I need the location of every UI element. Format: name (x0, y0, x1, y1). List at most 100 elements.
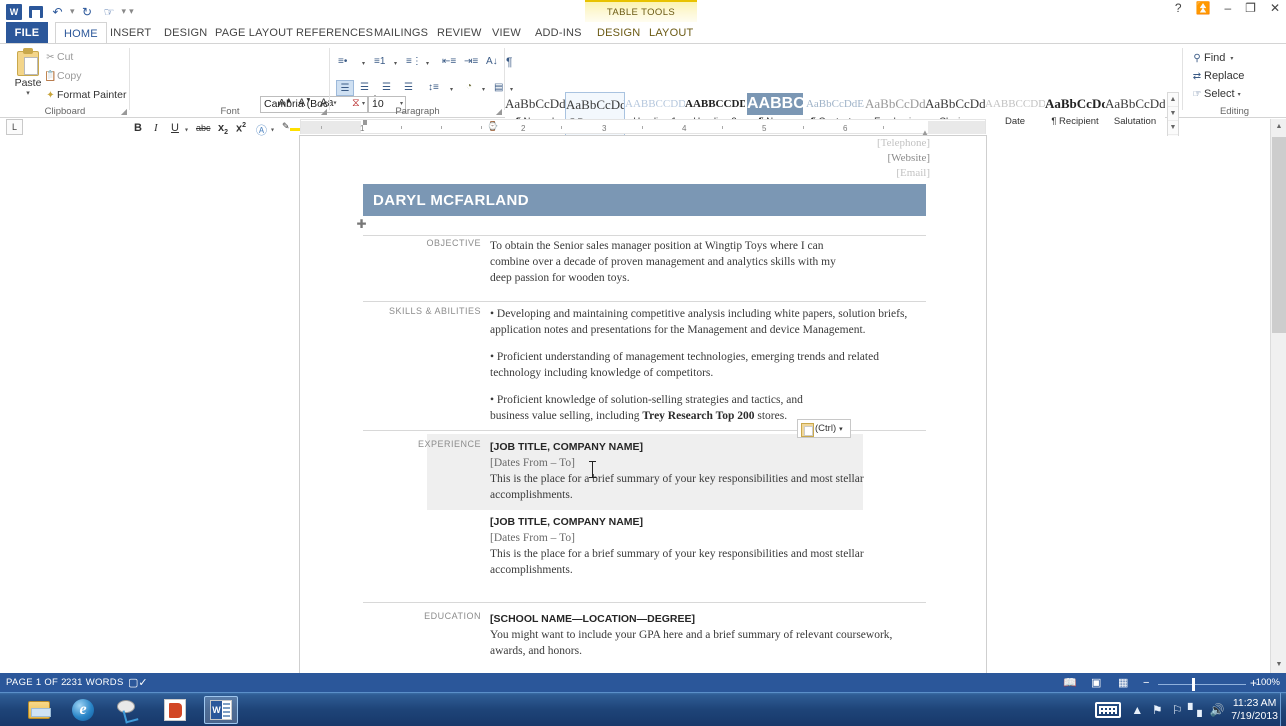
style-item-salutation[interactable]: AaBbCcDdSalutation (1105, 92, 1165, 138)
styles-more-icon[interactable]: ▼ (1168, 121, 1178, 135)
section-body-experience[interactable]: [JOB TITLE, COMPANY NAME] [Dates From – … (490, 439, 926, 578)
style-item-recipient[interactable]: AaBbCcDd¶ Recipient (1045, 92, 1105, 138)
zoom-out-button[interactable]: − (1143, 677, 1149, 689)
numbering-caret-icon[interactable]: ▾ (394, 58, 397, 69)
touch-keyboard-icon[interactable] (1095, 702, 1127, 718)
tab-view[interactable]: VIEW (484, 22, 529, 44)
internet-explorer-taskbar-icon[interactable]: e (66, 696, 100, 724)
line-spacing-icon[interactable]: ↕≡ (428, 82, 439, 93)
paste-caret-icon[interactable]: ▾ (8, 89, 48, 97)
find-button[interactable]: ⚲Find▾ (1190, 52, 1233, 64)
zoom-slider-track[interactable] (1158, 684, 1246, 685)
font-dialog-launcher[interactable]: ◢ (321, 107, 327, 116)
contact-header-block[interactable]: [Telephone] [Website] [Email] (877, 136, 930, 181)
multilevel-list-icon[interactable]: ≡⋮ (406, 56, 422, 67)
scrollbar-thumb[interactable] (1272, 137, 1286, 333)
underline-caret-icon[interactable]: ▾ (185, 124, 188, 136)
scroll-up-icon[interactable]: ▲ (1271, 119, 1286, 135)
signal-icon[interactable]: ▘▖ (1187, 703, 1207, 717)
show-desktop-button[interactable] (1280, 693, 1286, 726)
text-effects-caret-icon[interactable]: ▾ (271, 124, 274, 136)
subscript-icon[interactable]: x2 (218, 122, 228, 136)
bullets-caret-icon[interactable]: ▾ (362, 58, 365, 69)
word-taskbar-icon[interactable]: W (204, 696, 238, 724)
find-caret-icon[interactable]: ▾ (1230, 56, 1233, 62)
tab-mailings[interactable]: MAILINGS (366, 22, 436, 44)
clipboard-dialog-launcher[interactable]: ◢ (121, 107, 127, 116)
bullets-icon[interactable]: ≡• (338, 56, 347, 67)
replace-button[interactable]: ⇄Replace (1190, 70, 1244, 82)
styles-scroll-down-icon[interactable]: ▼ (1168, 107, 1178, 121)
format-painter-button[interactable]: ✦Format Painter (44, 89, 126, 101)
web-layout-icon[interactable]: ▦ (1118, 676, 1128, 689)
bold-icon[interactable]: B (134, 122, 142, 134)
file-explorer-taskbar-icon[interactable] (22, 696, 56, 724)
center-icon[interactable]: ☰ (360, 82, 369, 93)
paragraph-dialog-launcher[interactable]: ◢ (496, 107, 502, 116)
paste-options-caret-icon[interactable]: ▾ (839, 425, 843, 433)
read-mode-icon[interactable]: 📖 (1063, 676, 1077, 689)
numbering-icon[interactable]: ≡1 (374, 56, 385, 67)
tab-table-layout[interactable]: LAYOUT (641, 22, 701, 44)
proofing-errors-icon[interactable]: ▢✓ (128, 676, 148, 689)
scroll-down-icon[interactable]: ▼ (1271, 657, 1286, 673)
align-left-icon[interactable]: ☰ (336, 80, 354, 96)
underline-icon[interactable]: U (171, 122, 179, 134)
action-center-icon[interactable]: ⚐ (1167, 703, 1187, 717)
tab-file[interactable]: FILE (6, 22, 48, 44)
justify-icon[interactable]: ☰ (404, 82, 413, 93)
italic-icon[interactable]: I (154, 122, 158, 134)
style-item-date[interactable]: AABBCCDDDate (985, 92, 1045, 138)
taskbar-clock[interactable]: 11:23 AM 7/19/2013 (1227, 697, 1286, 723)
name-banner[interactable]: DARYL MCFARLAND (363, 184, 926, 216)
section-body-skills[interactable]: • Developing and maintaining competitive… (490, 306, 926, 424)
document-page[interactable]: [Telephone] [Website] [Email] DARYL MCFA… (300, 136, 986, 673)
table-move-handle-icon[interactable]: ✚ (356, 220, 367, 231)
tab-add-ins[interactable]: ADD-INS (527, 22, 590, 44)
restore-icon[interactable]: ❐ (1245, 1, 1256, 15)
minimize-icon[interactable]: – (1224, 1, 1231, 15)
indent-markers-icon[interactable]: ⌚ (487, 121, 495, 134)
tab-table-design[interactable]: DESIGN (589, 22, 648, 44)
network-flag-icon[interactable]: ⚑ (1147, 703, 1167, 717)
tab-home[interactable]: HOME (55, 22, 107, 44)
strikethrough-icon[interactable]: abc (196, 123, 211, 133)
select-button[interactable]: ☞Select▾ (1190, 88, 1241, 100)
right-indent-marker[interactable]: ▲ (921, 128, 928, 134)
tab-insert[interactable]: INSERT (102, 22, 159, 44)
ribbon-display-options-icon[interactable]: ⏫ (1196, 1, 1211, 15)
select-caret-icon[interactable]: ▾ (1238, 92, 1241, 98)
zoom-level[interactable]: 100% (1256, 677, 1280, 688)
tab-stop-selector[interactable]: L (6, 119, 23, 135)
text-highlight-color-icon[interactable]: ✎ (282, 120, 301, 132)
section-body-objective[interactable]: To obtain the Senior sales manager posit… (490, 238, 926, 286)
show-hidden-icons-icon[interactable]: ▲ (1127, 703, 1147, 717)
borders-icon[interactable]: ▤ (494, 82, 503, 93)
print-layout-icon[interactable]: ▣ (1091, 676, 1101, 689)
line-spacing-caret-icon[interactable]: ▾ (450, 84, 453, 95)
shading-icon[interactable]: ◔ (466, 81, 472, 92)
paint-taskbar-icon[interactable] (110, 696, 144, 724)
superscript-icon[interactable]: x2 (236, 122, 246, 135)
tab-review[interactable]: REVIEW (429, 22, 490, 44)
word-count[interactable]: 231 WORDS (66, 677, 124, 688)
office-taskbar-icon[interactable] (158, 696, 192, 724)
styles-gallery-scroll[interactable]: ▲ ▼ ▼ (1167, 92, 1179, 138)
paste-options-button[interactable]: (Ctrl) ▾ (797, 419, 851, 438)
zoom-slider-thumb[interactable] (1192, 678, 1195, 691)
copy-button[interactable]: 📋Copy (44, 70, 82, 82)
close-icon[interactable]: ✕ (1270, 1, 1280, 15)
first-line-indent-marker[interactable] (363, 120, 367, 125)
section-body-education[interactable]: [SCHOOL NAME—LOCATION—DEGREE] You might … (490, 611, 926, 659)
align-right-icon[interactable]: ☰ (382, 82, 391, 93)
shading-caret-icon[interactable]: ▾ (482, 84, 485, 95)
sort-icon[interactable]: A↓ (486, 56, 498, 67)
horizontal-ruler[interactable]: 1 2 3 4 5 6 ⌚ ▲ (300, 119, 986, 134)
decrease-indent-icon[interactable]: ⇤≡ (442, 56, 456, 67)
cut-button[interactable]: ✂Cut (44, 51, 73, 63)
help-icon[interactable]: ? (1175, 1, 1182, 15)
page-indicator[interactable]: PAGE 1 OF 2 (6, 677, 67, 688)
styles-scroll-up-icon[interactable]: ▲ (1168, 93, 1178, 107)
increase-indent-icon[interactable]: ⇥≡ (464, 56, 478, 67)
paste-button[interactable]: Paste ▾ (8, 48, 48, 97)
